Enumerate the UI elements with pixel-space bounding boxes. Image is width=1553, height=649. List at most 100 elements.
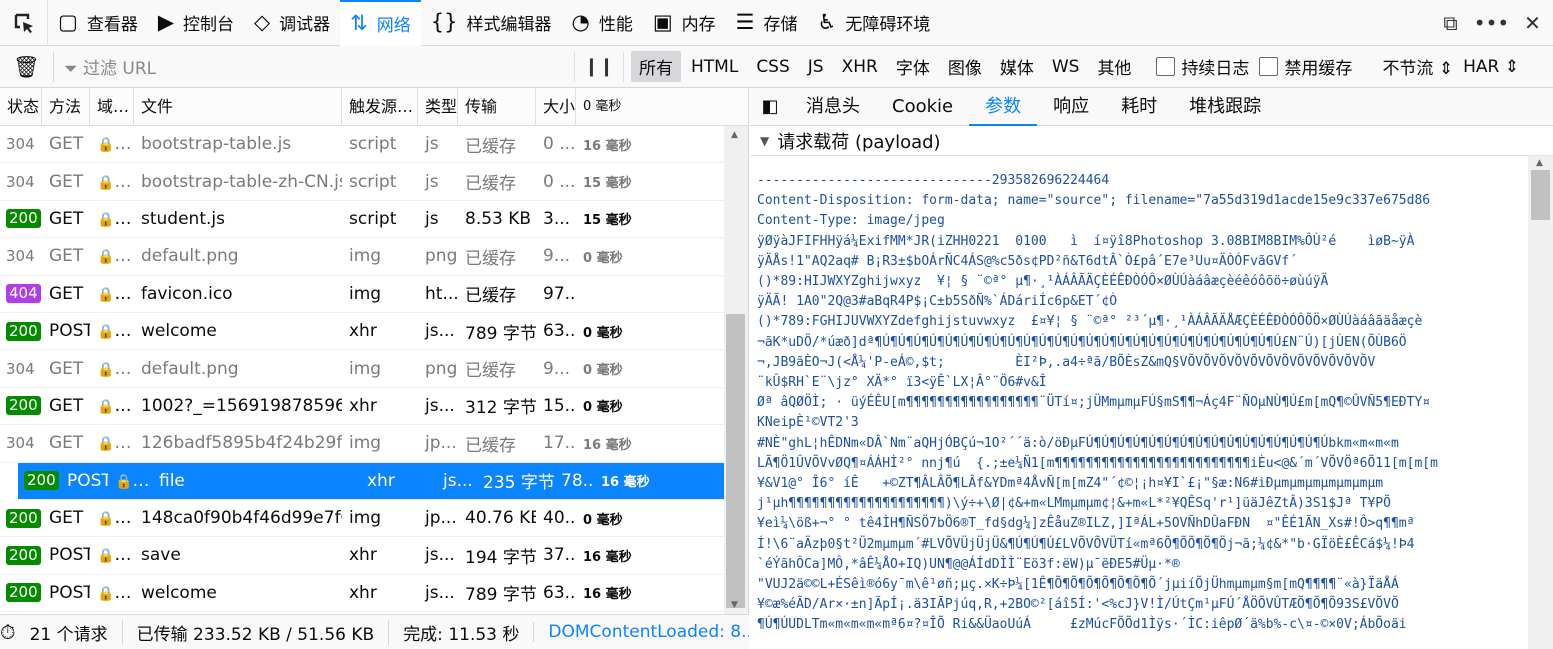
table-row[interactable]: 404 GET 🔒… favicon.ico img ht... 已缓存 97...: [0, 276, 748, 313]
details-tab[interactable]: 耗时: [1105, 88, 1173, 126]
more-icon[interactable]: •••: [1471, 11, 1512, 35]
filter-type-button[interactable]: 其他: [1089, 51, 1139, 82]
timing-label: 15 毫秒: [583, 213, 632, 229]
table-row[interactable]: 200POST🔒…welcomexhrjs...789 字节63...0 毫秒: [0, 313, 748, 351]
payload-line: ¥&V1@° Î6° íÊ +©ZT¶ÂLÂÕ¶LÂf&YDmª4ÅvÑ[m[m…: [757, 476, 1384, 492]
details-tab[interactable]: 响应: [1037, 88, 1105, 126]
tab-8[interactable]: ♿ 无障碍环境: [808, 0, 941, 46]
type-cell: js...: [425, 582, 455, 603]
table-row[interactable]: 304 GET 🔒… bootstrap-table.js script js 已缓存 0 .…: [0, 126, 748, 164]
method-cell: GET: [49, 134, 84, 155]
filter-type-button[interactable]: 图像: [940, 51, 990, 82]
cause-cell: img: [349, 246, 382, 267]
har-menu[interactable]: HAR ⇕: [1463, 57, 1519, 77]
disable-cache-checkbox[interactable]: 禁用缓存: [1259, 54, 1352, 79]
table-row[interactable]: 200 GET 🔒… 1002?_=1569198785969 xhr js... 312 …: [0, 388, 748, 426]
domain-cell: 🔒…: [90, 284, 134, 304]
checkbox-box: [1259, 57, 1279, 76]
domain-text: …: [114, 395, 132, 416]
element-picker-button[interactable]: [0, 0, 48, 46]
domain-text: …: [132, 470, 150, 491]
pause-button[interactable]: ❙❙: [574, 51, 624, 82]
domain-text: …: [114, 545, 132, 566]
table-row[interactable]: 200POST🔒…savexhrjs...194 字节37...16 毫秒: [0, 537, 748, 575]
dock-icon[interactable]: ⧉: [1430, 11, 1471, 35]
method-cell: POST: [67, 470, 108, 491]
table-row[interactable]: 200POST🔒…filexhrjs...235 字节78...16 毫秒: [18, 462, 748, 500]
close-icon[interactable]: ✕: [1512, 11, 1553, 35]
tab-label: 无障碍环境: [845, 15, 931, 35]
column-header[interactable]: 传输: [458, 88, 536, 126]
type-cell: js: [425, 171, 439, 192]
waterfall-cell: 16 毫秒: [576, 434, 748, 453]
filter-type-button[interactable]: JS: [800, 54, 832, 80]
column-header[interactable]: 触发源…: [342, 88, 418, 126]
column-header[interactable]: 类型: [418, 88, 458, 126]
payload-section-header[interactable]: ▼ 请求载荷 (payload): [750, 126, 1553, 156]
tab-5[interactable]: ◔ 性能: [562, 0, 643, 46]
toggle-sidebar-button[interactable]: ◧: [750, 96, 790, 117]
filter-type-button[interactable]: CSS: [748, 54, 797, 80]
details-tab[interactable]: 参数: [969, 88, 1038, 126]
payload-line: Content-Type: image/jpeg: [757, 213, 945, 229]
filter-type-button[interactable]: 媒体: [992, 51, 1042, 82]
tab-7[interactable]: ☰ 存储: [726, 0, 808, 46]
details-tab[interactable]: 消息头: [790, 88, 876, 126]
tab-icon: ☰: [735, 10, 755, 34]
waterfall-cell: 0 毫秒: [576, 322, 748, 341]
table-row[interactable]: 304 GET 🔒… bootstrap-table-zh-CN.js script js…: [0, 163, 748, 201]
payload-section-title: 请求载荷 (payload): [777, 131, 941, 153]
scroll-down-icon[interactable]: ▼: [731, 600, 738, 610]
performance-analysis-button[interactable]: ⏱: [0, 620, 16, 644]
scrollbar-thumb[interactable]: [726, 314, 745, 608]
column-header[interactable]: 大小: [536, 88, 576, 126]
clear-requests-button[interactable]: 🗑: [0, 51, 54, 82]
transferred-cell: 已缓存: [465, 286, 516, 307]
table-row[interactable]: 304 GET 🔒… 126badf5895b4f24b29f... img jp... 已…: [0, 425, 748, 463]
column-header[interactable]: 域…: [90, 88, 134, 126]
waterfall-cell: 16 毫秒: [576, 583, 748, 602]
filter-type-button[interactable]: HTML: [683, 54, 746, 80]
column-header[interactable]: 状态: [0, 88, 42, 126]
filter-type-button[interactable]: 字体: [888, 51, 938, 82]
persist-log-checkbox[interactable]: 持续日志: [1156, 54, 1249, 79]
tab-2[interactable]: ◇ 调试器: [244, 0, 340, 46]
tab-3[interactable]: ⇅ 网络: [340, 0, 421, 46]
payload-line: Øª âQØÖÌ; · üýÉÊU[m¶¶¶¶¶¶¶¶¶¶¶¶¶¶¶¶¶¨ÜTí…: [757, 395, 1431, 411]
filter-type-button[interactable]: XHR: [834, 54, 886, 80]
payload-scrollbar[interactable]: ▲: [1528, 156, 1553, 649]
waterfall-cell: 0 毫秒: [576, 509, 748, 528]
tab-1[interactable]: ▶ 控制台: [148, 0, 244, 46]
table-row[interactable]: 200 GET 🔒… student.js script js 8.53 KB 3... 15 …: [0, 201, 748, 239]
request-list-scrollbar[interactable]: ▲ ▼: [724, 126, 748, 614]
timing-label: 15 毫秒: [583, 176, 632, 192]
tab-4[interactable]: {} 样式编辑器: [421, 0, 562, 46]
cause-cell: script: [349, 134, 397, 155]
column-header[interactable]: 0 毫秒: [576, 88, 748, 126]
details-tab[interactable]: Cookie: [876, 88, 969, 126]
status-cell: 304: [6, 359, 35, 378]
size-cell: 15...: [543, 395, 576, 416]
filter-type-button[interactable]: WS: [1044, 54, 1088, 80]
table-row[interactable]: 200 GET 🔒… 148ca0f90b4f46d99e7f0... img jp...…: [0, 500, 748, 538]
cause-cell: img: [349, 358, 382, 379]
filter-url-input[interactable]: ⏷ 过滤 URL: [54, 54, 574, 79]
filter-type-button[interactable]: 所有: [631, 51, 681, 82]
tab-icon: {}: [430, 10, 458, 34]
column-header[interactable]: 方法: [42, 88, 90, 126]
tab-0[interactable]: ▢ 查看器: [48, 0, 148, 46]
scrollbar-thumb[interactable]: [1531, 170, 1550, 220]
scroll-up-icon[interactable]: ▲: [731, 130, 738, 140]
tab-icon: ▶: [157, 10, 174, 34]
persist-log-label: 持续日志: [1181, 59, 1250, 79]
transferred-cell: 已缓存: [465, 136, 516, 157]
column-header[interactable]: 文件: [134, 88, 342, 126]
throttle-select[interactable]: 不节流 ⇕: [1382, 54, 1453, 79]
scroll-up-icon[interactable]: ▲: [1536, 158, 1543, 168]
table-row[interactable]: 304 GET 🔒… default.png img png 已缓存 9... 0 毫秒: [0, 350, 748, 388]
status-cell: 304: [6, 434, 35, 453]
tab-6[interactable]: ▣ 内存: [643, 0, 726, 46]
table-row[interactable]: 304 GET 🔒… default.png img png 已缓存 9... 0 毫秒: [0, 238, 748, 276]
table-row[interactable]: 200POST🔒…welcomexhrjs...789 字节63...16 毫秒: [0, 575, 748, 613]
details-tab[interactable]: 堆栈跟踪: [1173, 88, 1277, 126]
